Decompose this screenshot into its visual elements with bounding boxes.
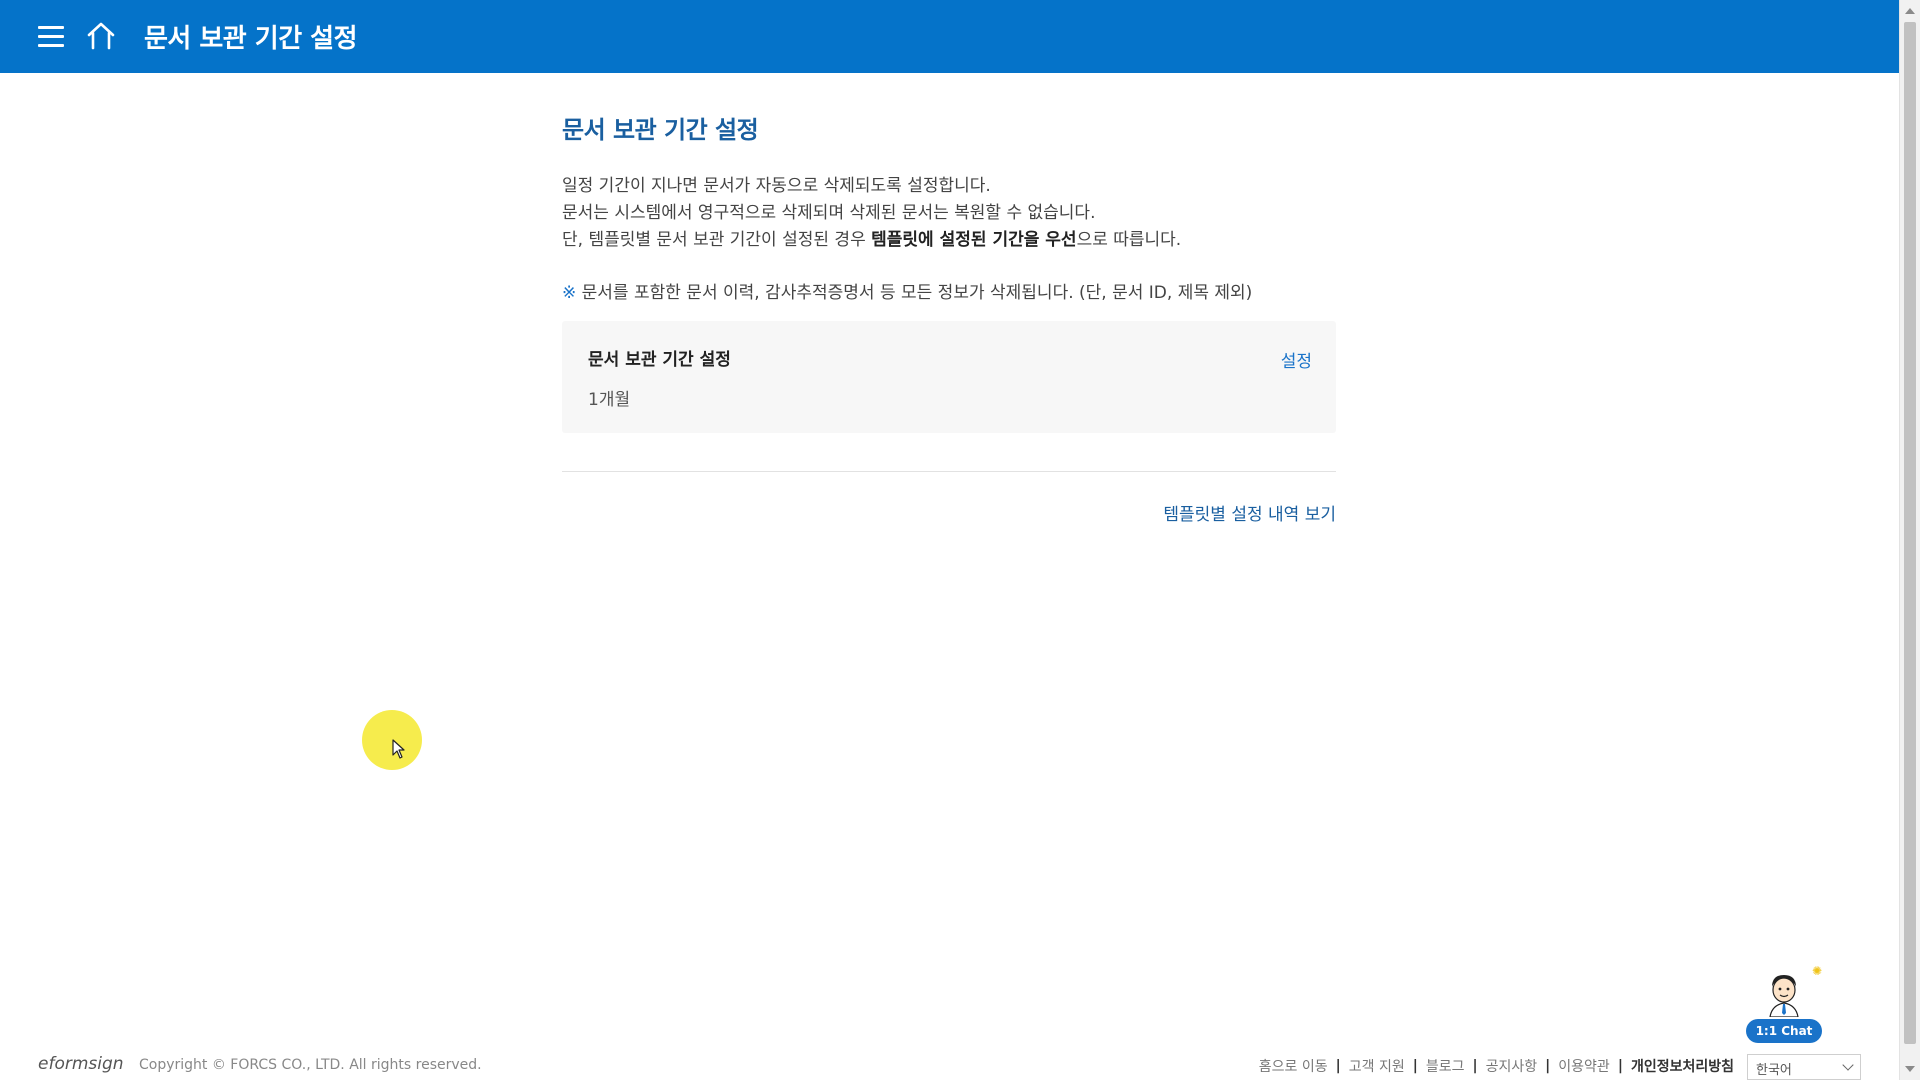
home-icon[interactable]	[85, 20, 117, 52]
language-select[interactable]: 한국어	[1747, 1054, 1861, 1080]
chat-widget[interactable]: ✺ 1:1 Chat	[1744, 965, 1824, 1045]
footer-separator: |	[1617, 1058, 1623, 1074]
retention-setting-button[interactable]: 설정	[1281, 347, 1312, 372]
footer-separator: |	[1472, 1058, 1478, 1074]
footer-link-notices[interactable]: 공지사항	[1486, 1056, 1538, 1076]
scroll-down-arrow-icon[interactable]	[1905, 1066, 1915, 1072]
footer-separator: |	[1335, 1058, 1341, 1074]
page-title: 문서 보관 기간 설정	[562, 116, 759, 144]
copyright-text: Copyright © FORCS CO., LTD. All rights r…	[139, 1057, 482, 1073]
description: 일정 기간이 지나면 문서가 자동으로 삭제되도록 설정합니다. 문서는 시스템…	[562, 173, 1336, 254]
description-line: 단, 템플릿별 문서 보관 기간이 설정된 경우 템플릿에 설정된 기간을 우선…	[562, 227, 1336, 254]
view-template-settings-link: 템플릿별 설정 내역 보기	[562, 500, 1336, 525]
footer-separator: |	[1412, 1058, 1418, 1074]
footer: eformsign Copyright © FORCS CO., LTD. Al…	[0, 1050, 1899, 1080]
retention-card-title: 문서 보관 기간 설정	[588, 350, 731, 370]
footer-link-privacy[interactable]: 개인정보처리방침	[1631, 1056, 1734, 1076]
retention-setting-card: 문서 보관 기간 설정 1개월 설정	[562, 321, 1336, 433]
description-text: 으로 따릅니다.	[1076, 230, 1182, 250]
deletion-notice: ※ 문서를 포함한 문서 이력, 감사추적증명서 등 모든 정보가 삭제됩니다.…	[562, 278, 1336, 303]
chevron-down-icon	[1842, 1059, 1854, 1071]
mouse-cursor-icon	[392, 739, 405, 759]
footer-link-home[interactable]: 홈으로 이동	[1259, 1056, 1328, 1076]
language-select-value: 한국어	[1756, 1063, 1792, 1078]
notice-mark-icon: ※	[562, 283, 577, 303]
footer-link-support[interactable]: 고객 지원	[1349, 1056, 1405, 1076]
scrollbar-thumb[interactable]	[1904, 22, 1916, 1044]
eformsign-logo: eformsign	[38, 1054, 124, 1074]
notice-text: 문서를 포함한 문서 이력, 감사추적증명서 등 모든 정보가 삭제됩니다. (…	[576, 283, 1253, 303]
footer-separator: |	[1545, 1058, 1551, 1074]
description-text: 단, 템플릿별 문서 보관 기간이 설정된 경우	[562, 230, 872, 250]
sparkle-icon: ✺	[1812, 964, 1823, 978]
header-title: 문서 보관 기간 설정	[144, 24, 358, 54]
footer-link-terms[interactable]: 이용약관	[1558, 1056, 1610, 1076]
chat-agent-avatar-icon	[1769, 975, 1799, 1017]
divider	[562, 471, 1336, 472]
chat-button-label[interactable]: 1:1 Chat	[1746, 1019, 1822, 1043]
top-app-bar: 문서 보관 기간 설정	[0, 0, 1899, 73]
scroll-up-arrow-icon[interactable]	[1905, 8, 1915, 14]
main-content: 문서 보관 기간 설정 일정 기간이 지나면 문서가 자동으로 삭제되도록 설정…	[562, 110, 1336, 525]
footer-link-blog[interactable]: 블로그	[1426, 1056, 1465, 1076]
description-line: 일정 기간이 지나면 문서가 자동으로 삭제되도록 설정합니다.	[562, 176, 991, 196]
description-line: 문서는 시스템에서 영구적으로 삭제되며 삭제된 문서는 복원할 수 없습니다.	[562, 203, 1096, 223]
footer-links: 홈으로 이동 | 고객 지원 | 블로그 | 공지사항 | 이용약관 | 개인정…	[1259, 1056, 1734, 1076]
description-emphasis: 템플릿에 설정된 기간을 우선	[871, 230, 1077, 250]
view-template-settings-link-text[interactable]: 템플릿별 설정 내역 보기	[1163, 505, 1336, 525]
hamburger-menu-icon[interactable]	[38, 26, 64, 48]
retention-period-value: 1개월	[588, 390, 631, 410]
vertical-scrollbar[interactable]	[1899, 0, 1920, 1080]
